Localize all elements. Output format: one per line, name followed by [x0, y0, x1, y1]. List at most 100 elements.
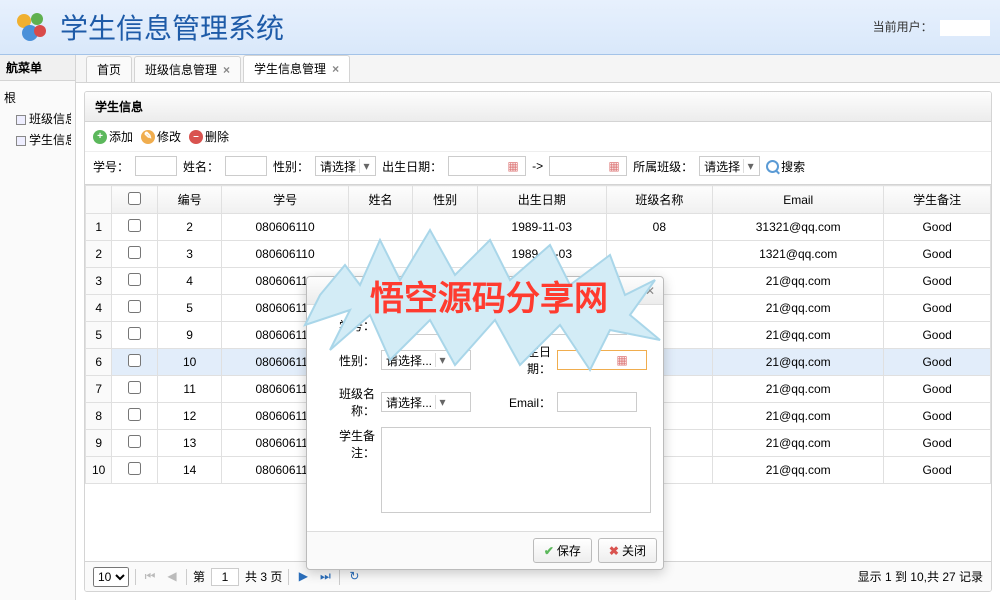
row-checkbox[interactable] — [128, 327, 141, 340]
col-header: 性别 — [413, 186, 478, 214]
tree-item-class[interactable]: 班级信息管理 — [4, 108, 71, 129]
tab-首页[interactable]: 首页 — [86, 56, 132, 82]
edit-button[interactable]: ✎修改 — [141, 128, 181, 145]
chevron-down-icon: ▾ — [743, 159, 757, 173]
dlg-sno-input[interactable] — [381, 315, 461, 335]
dlg-class-label: 班级名称： — [319, 385, 375, 419]
arrow-label: -> — [532, 159, 543, 173]
row-checkbox[interactable] — [128, 300, 141, 313]
row-checkbox[interactable] — [128, 381, 141, 394]
filter-gender-select[interactable]: 请选择▾ — [315, 156, 376, 176]
app-header: 学生信息管理系统 当前用户： — [0, 0, 1000, 55]
tab-close-icon[interactable]: × — [332, 56, 339, 82]
close-icon: ✖ — [609, 544, 619, 558]
dlg-dob-label: 出生日期： — [495, 343, 551, 377]
row-checkbox[interactable] — [128, 219, 141, 232]
toolbar: +添加 ✎修改 –删除 — [85, 122, 991, 152]
pager-first[interactable]: ⏮ — [142, 569, 158, 585]
filter-name-label: 姓名： — [183, 158, 219, 175]
col-header — [112, 186, 157, 214]
select-all-checkbox[interactable] — [128, 192, 141, 205]
app-logo-icon — [10, 7, 50, 47]
dlg-sno-label: 学号： — [319, 317, 375, 334]
filter-dob-to[interactable]: ▦ — [549, 156, 627, 176]
dlg-name-label: 姓名： — [485, 317, 541, 334]
dlg-gender-select[interactable]: 请选择...▾ — [381, 350, 471, 370]
dialog-header[interactable]: ✕ — [307, 277, 663, 305]
filter-class-select[interactable]: 请选择▾ — [699, 156, 760, 176]
filter-dob-from[interactable]: ▦ — [448, 156, 526, 176]
row-checkbox[interactable] — [128, 273, 141, 286]
filter-bar: 学号： 姓名： 性别： 请选择▾ 出生日期： ▦ -> ▦ 所属班级： 请选择▾… — [85, 152, 991, 185]
col-header: 姓名 — [348, 186, 413, 214]
col-header: 编号 — [157, 186, 222, 214]
tab-班级信息管理[interactable]: 班级信息管理× — [134, 56, 241, 82]
search-button[interactable]: 搜索 — [766, 158, 805, 175]
tree-root[interactable]: 根 — [4, 87, 71, 108]
dlg-dob-input[interactable]: ▦ — [557, 350, 647, 370]
delete-button[interactable]: –删除 — [189, 128, 229, 145]
plus-icon: + — [93, 130, 107, 144]
sidebar-title: 航菜单 — [0, 55, 75, 81]
pager-page-input[interactable] — [211, 568, 239, 586]
col-header: 出生日期 — [478, 186, 606, 214]
pager-page-label: 第 — [193, 568, 205, 585]
panel-title: 学生信息 — [85, 92, 991, 122]
nav-sidebar: 航菜单 根 班级信息管理 学生信息管理 — [0, 55, 76, 600]
pager-total-label: 共 3 页 — [245, 568, 282, 585]
filter-dob-label: 出生日期： — [382, 158, 442, 175]
pager-refresh[interactable]: ↻ — [346, 569, 362, 585]
dlg-class-select[interactable]: 请选择...▾ — [381, 392, 471, 412]
filter-sno-input[interactable] — [135, 156, 177, 176]
minus-icon: – — [189, 130, 203, 144]
row-checkbox[interactable] — [128, 246, 141, 259]
filter-name-input[interactable] — [225, 156, 267, 176]
row-checkbox[interactable] — [128, 354, 141, 367]
tree-item-student[interactable]: 学生信息管理 — [4, 129, 71, 150]
dialog-close-icon[interactable]: ✕ — [645, 284, 655, 298]
tab-学生信息管理[interactable]: 学生信息管理× — [243, 55, 350, 82]
dlg-note-label: 学生备注： — [319, 427, 375, 461]
current-user: 当前用户： — [873, 18, 990, 36]
pager-last[interactable]: ⏭ — [317, 569, 333, 585]
pager-info: 显示 1 到 10,共 27 记录 — [858, 568, 983, 585]
close-button[interactable]: ✖关闭 — [598, 538, 657, 563]
chevron-down-icon: ▾ — [435, 353, 449, 367]
edit-dialog: ✕ 学号： 姓名： 性别： 请选择...▾ 出生日期： ▦ 班级名称： 请选择.… — [306, 276, 664, 570]
chevron-down-icon: ▾ — [359, 159, 373, 173]
row-checkbox[interactable] — [128, 462, 141, 475]
filter-gender-label: 性别： — [273, 158, 309, 175]
tab-close-icon[interactable]: × — [223, 57, 230, 83]
dlg-email-label: Email： — [495, 394, 551, 411]
current-user-value — [940, 20, 990, 36]
filter-class-label: 所属班级： — [633, 158, 693, 175]
col-header: 班级名称 — [606, 186, 713, 214]
chevron-down-icon: ▾ — [435, 395, 449, 409]
dlg-note-input[interactable] — [381, 427, 651, 513]
dlg-gender-label: 性别： — [319, 352, 375, 369]
add-button[interactable]: +添加 — [93, 128, 133, 145]
dlg-name-input[interactable] — [547, 315, 627, 335]
row-checkbox[interactable] — [128, 435, 141, 448]
search-icon — [766, 160, 779, 173]
tab-bar: 首页班级信息管理×学生信息管理× — [76, 55, 1000, 83]
check-icon: ✔ — [544, 544, 554, 558]
app-title: 学生信息管理系统 — [60, 7, 284, 47]
calendar-icon: ▦ — [614, 353, 630, 367]
pager-next[interactable]: ▶ — [295, 569, 311, 585]
dlg-email-input[interactable] — [557, 392, 637, 412]
current-user-label: 当前用户： — [873, 20, 933, 34]
pager-prev[interactable]: ◀ — [164, 569, 180, 585]
save-button[interactable]: ✔保存 — [533, 538, 592, 563]
doc-icon — [16, 115, 26, 125]
page-size-select[interactable]: 10 — [93, 567, 129, 587]
calendar-icon: ▦ — [606, 159, 622, 173]
row-checkbox[interactable] — [128, 408, 141, 421]
calendar-icon: ▦ — [505, 159, 521, 173]
table-row[interactable]: 230806061101989-11-031321@qq.comGood — [86, 241, 991, 268]
col-header: 学生备注 — [884, 186, 991, 214]
pencil-icon: ✎ — [141, 130, 155, 144]
filter-sno-label: 学号： — [93, 158, 129, 175]
table-row[interactable]: 120806061101989-11-030831321@qq.comGood — [86, 214, 991, 241]
col-header: Email — [713, 186, 884, 214]
